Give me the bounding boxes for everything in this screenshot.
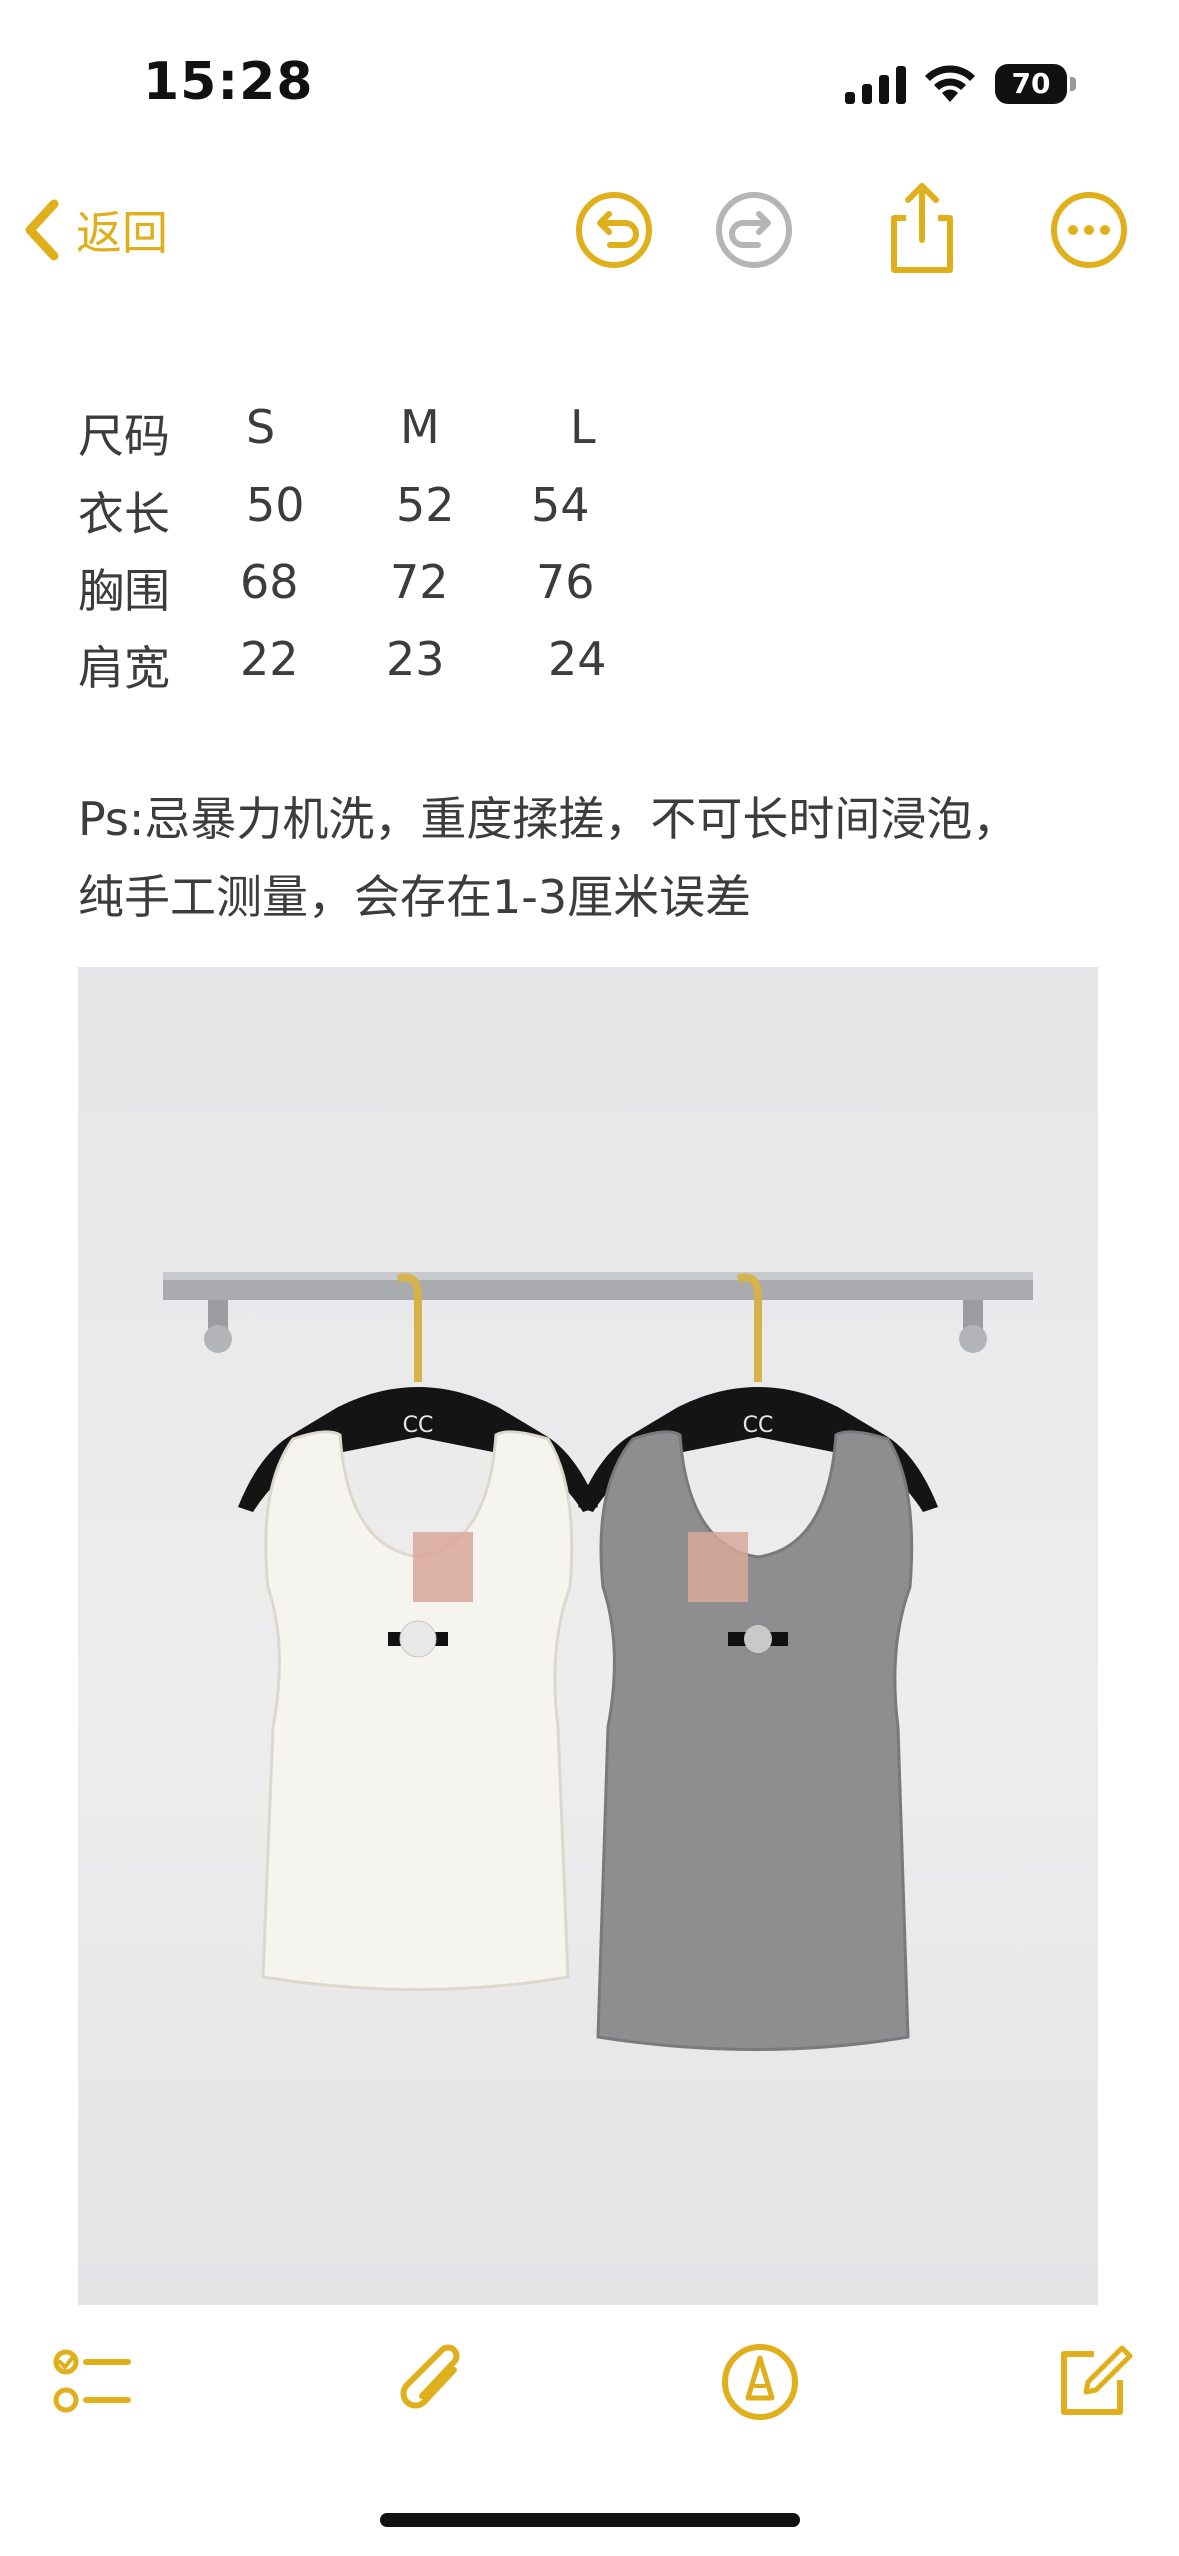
size-cell: 52 bbox=[396, 478, 455, 532]
size-cell: 22 bbox=[240, 632, 299, 686]
size-cell: 72 bbox=[390, 555, 449, 609]
status-bar: 15:28 70 bbox=[0, 0, 1179, 150]
product-photo[interactable]: CC CC bbox=[78, 967, 1098, 2305]
svg-text:CC: CC bbox=[403, 1413, 434, 1438]
chevron-left-icon bbox=[25, 199, 59, 261]
size-row-label: 衣长 bbox=[78, 487, 170, 541]
redo-icon[interactable] bbox=[712, 188, 796, 272]
size-cell: 24 bbox=[548, 632, 607, 686]
compose-icon[interactable] bbox=[1050, 2340, 1134, 2424]
size-row-label: 胸围 bbox=[78, 564, 170, 618]
back-label: 返回 bbox=[76, 206, 168, 260]
markup-pen-icon[interactable] bbox=[718, 2340, 802, 2424]
care-note-line: Ps:忌暴力机洗，重度揉搓，不可长时间浸泡， bbox=[78, 792, 1019, 846]
bottom-toolbar bbox=[0, 2330, 1179, 2440]
size-cell: 50 bbox=[246, 478, 305, 532]
care-note: Ps:忌暴力机洗，重度揉搓，不可长时间浸泡， 纯手工测量，会存在1-3厘米误差 bbox=[78, 780, 1118, 936]
size-cell: 54 bbox=[531, 478, 590, 532]
size-row-label: 肩宽 bbox=[78, 641, 170, 695]
wifi-icon bbox=[925, 65, 975, 102]
nav-bar: 返回 bbox=[0, 170, 1179, 290]
status-time: 15:28 bbox=[143, 52, 314, 112]
home-indicator[interactable] bbox=[380, 2513, 800, 2527]
size-cell: 68 bbox=[240, 555, 299, 609]
battery-icon: 70 bbox=[995, 64, 1077, 104]
back-button[interactable]: 返回 bbox=[22, 194, 168, 266]
size-cell: L bbox=[570, 400, 596, 454]
undo-icon[interactable] bbox=[572, 188, 656, 272]
tank-tops-illustration: CC CC bbox=[163, 1272, 1033, 2051]
size-row-label: 尺码 bbox=[78, 409, 170, 463]
care-note-line: 纯手工测量，会存在1-3厘米误差 bbox=[78, 870, 752, 924]
size-cell: 76 bbox=[536, 555, 595, 609]
checklist-icon[interactable] bbox=[50, 2340, 134, 2424]
svg-text:CC: CC bbox=[743, 1413, 774, 1438]
paperclip-icon[interactable] bbox=[392, 2340, 476, 2424]
share-icon[interactable] bbox=[880, 178, 964, 278]
size-cell: S bbox=[246, 400, 276, 454]
more-icon[interactable] bbox=[1047, 188, 1131, 272]
battery-level: 70 bbox=[1011, 67, 1051, 100]
size-cell: M bbox=[400, 400, 440, 454]
cellular-signal-icon bbox=[845, 66, 906, 104]
size-cell: 23 bbox=[386, 632, 445, 686]
